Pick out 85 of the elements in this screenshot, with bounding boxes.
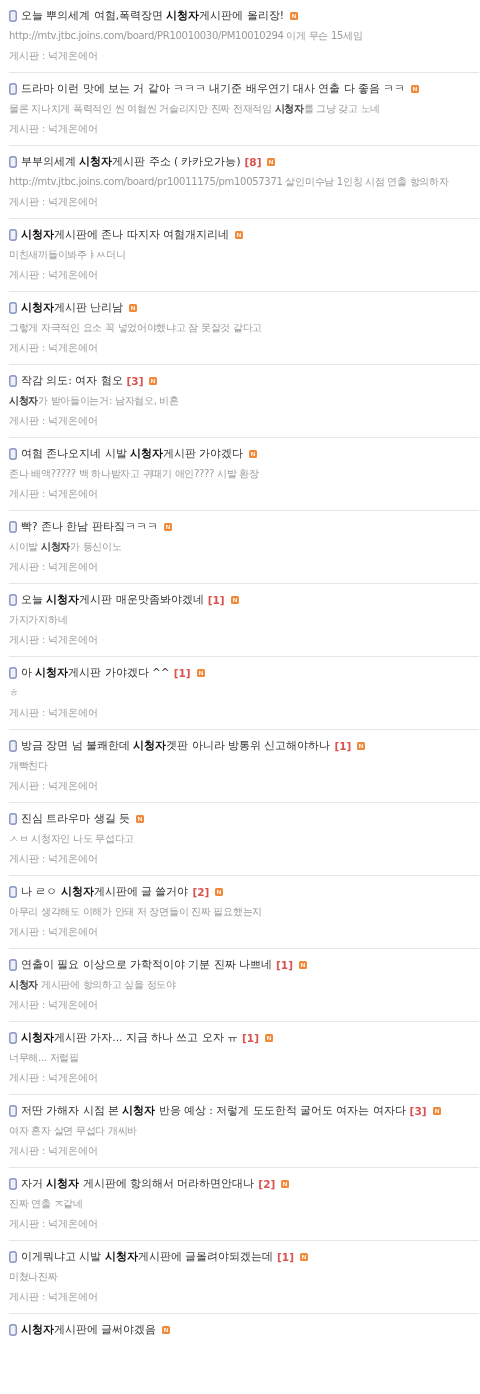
post-preview: ㅎ <box>9 686 20 700</box>
board-name: 게시판 : 넉게온에어 <box>9 925 100 939</box>
post-preview: 너무해... 저럴필 <box>9 1051 80 1065</box>
post-preview: 미친새끼들이봐주ㅑㅆ더니 <box>9 248 127 262</box>
mobile-phone-icon <box>9 740 17 752</box>
mobile-phone-icon <box>9 83 17 95</box>
board-name: 게시판 : 넉게온에어 <box>9 341 100 355</box>
comment-count: [1] <box>207 594 225 606</box>
board-name: 게시판 : 넉게온에어 <box>9 487 100 501</box>
mobile-phone-icon <box>9 1105 17 1117</box>
board-name: 게시판 : 넉게온에어 <box>9 633 100 647</box>
post-title[interactable]: 방금 장면 넘 불쾌한데 시청자겟판 아니라 방통위 신고해야하나 <box>21 739 331 753</box>
board-name: 게시판 : 넉게온에어 <box>9 1217 100 1231</box>
board-name: 게시판 : 넉게온에어 <box>9 560 100 574</box>
post-preview: 시청자 게시판에 항의하고 싶을 정도야 <box>9 978 177 992</box>
mobile-phone-icon <box>9 229 17 241</box>
post-preview: 진짜 연출 ㅈ같네 <box>9 1197 84 1211</box>
board-name: 게시판 : 넉게온에어 <box>9 268 100 282</box>
post-title[interactable]: 시청자게시판 난리남 <box>21 301 124 315</box>
mobile-phone-icon <box>9 594 17 606</box>
post-title[interactable]: 아 시청자게시판 가야겠다 ^^ <box>21 666 170 680</box>
post-preview: 가지가지하네 <box>9 613 69 627</box>
mobile-phone-icon <box>9 1324 17 1336</box>
post-title[interactable]: 연출이 필요 이상으로 가학적이야 기분 진짜 나쁘네 <box>21 958 273 972</box>
mobile-phone-icon <box>9 1032 17 1044</box>
post-preview: 시이발 시청자가 등신이노 <box>9 540 123 554</box>
board-name: 게시판 : 넉게온에어 <box>9 1290 100 1304</box>
board-name: 게시판 : 넉게온에어 <box>9 998 100 1012</box>
post-preview: 개빡친다 <box>9 759 49 773</box>
post-preview: 그렇게 자극적인 요소 꼭 넣었어야했냐고 잠 못잘것 같다고 <box>9 321 263 335</box>
post-title[interactable]: 진심 트라우마 생길 듯 <box>21 812 130 826</box>
post-preview: 미쳤나진짜 <box>9 1270 59 1284</box>
comment-count: [8] <box>244 156 262 168</box>
comment-count: [2] <box>192 886 210 898</box>
post-title[interactable]: 부부의세계 시청자게시판 주소 ( 카카오가능) <box>21 155 241 169</box>
post-title[interactable]: 오늘 뿌의세계 여혐,폭력장면 시청자게시판에 올리장! <box>21 9 284 23</box>
comment-count: [1] <box>334 740 352 752</box>
board-name: 게시판 : 넉게온에어 <box>9 414 100 428</box>
post-preview: 시청자가 받아들이는거: 남자혐오, 비혼 <box>9 394 180 408</box>
mobile-phone-icon <box>9 521 17 533</box>
board-name: 게시판 : 넉게온에어 <box>9 1071 100 1085</box>
mobile-phone-icon <box>9 886 17 898</box>
comment-count: [3] <box>126 375 144 387</box>
post-preview: http://mtv.jtbc.joins.com/board/PR10010030/PM10010294 이게 무슨 15세임 <box>9 29 364 43</box>
mobile-phone-icon <box>9 375 17 387</box>
post-preview: 존나 배액????? 백 하나받자고 귀때기 애인???? 시발 환장 <box>9 467 260 481</box>
post-title[interactable]: 시청자게시판 가자... 지금 하나 쓰고 오자 ㅠ <box>21 1031 239 1045</box>
post-title[interactable]: 저딴 가해자 시점 본 시청자 반응 예상 : 저렇게 도도한적 굴어도 여자는 여자다 <box>21 1104 406 1118</box>
board-name: 게시판 : 넉게온에어 <box>9 852 100 866</box>
post-title[interactable]: 시청자게시판에 존나 따지자 여혐개지리네 <box>21 228 229 242</box>
mobile-phone-icon <box>9 667 17 679</box>
post-title[interactable]: 나 ㄹㅇ 시청자게시판에 글 쓸거야 <box>21 885 189 899</box>
post-preview: 물론 지나치게 폭력적인 씬 여혐씬 거슬리지만 진짜 전재적임 시청자를 그냥 갖고 노네 <box>9 102 382 116</box>
mobile-phone-icon <box>9 156 17 168</box>
post-title[interactable]: 여혐 존나오지네 시발 시청자게시판 가야겠다 <box>21 447 244 461</box>
comment-count: [1] <box>277 1251 294 1263</box>
post-preview: 여자 혼자 살면 무섭다 개씨바 <box>9 1124 138 1138</box>
mobile-phone-icon <box>9 1178 17 1190</box>
mobile-phone-icon <box>9 959 17 971</box>
board-name: 게시판 : 넉게온에어 <box>9 706 100 720</box>
mobile-phone-icon <box>9 1251 17 1263</box>
comment-count: [1] <box>276 959 293 971</box>
post-title[interactable]: 자거 시청자 게시판에 항의해서 머라하면안대나 <box>21 1177 255 1191</box>
comment-count: [2] <box>258 1178 276 1190</box>
post-title[interactable]: 빡? 존나 한남 판타짘ㅋㅋㅋ <box>21 520 158 534</box>
board-name: 게시판 : 넉게온에어 <box>9 779 100 793</box>
post-title[interactable]: 시청자게시판에 글써야겠음 <box>21 1323 157 1337</box>
mobile-phone-icon <box>9 10 17 22</box>
comment-count: [1] <box>173 667 191 679</box>
mobile-phone-icon <box>9 302 17 314</box>
comment-count: [1] <box>242 1032 259 1044</box>
board-name: 게시판 : 넉게온에어 <box>9 195 100 209</box>
post-preview: ㅅㅂ 시청자인 나도 무섭다고 <box>9 832 136 846</box>
board-name: 게시판 : 넉게온에어 <box>9 1144 100 1158</box>
post-title[interactable]: 오늘 시청자게시판 매운맛좀봐야겠네 <box>21 593 204 607</box>
board-name: 게시판 : 넉게온에어 <box>9 122 100 136</box>
post-title[interactable]: 작감 의도: 여자 혐오 <box>21 374 123 388</box>
mobile-phone-icon <box>9 813 17 825</box>
post-title[interactable]: 드라마 이런 맛에 보는 거 같아 ㅋㅋㅋ 내기준 배우연기 대사 연출 다 좋음 ㅋㅋ <box>21 82 406 96</box>
mobile-phone-icon <box>9 448 17 460</box>
post-preview: http://mtv.jtbc.joins.com/board/pr10011175/pm10057371 살인미수남 1인칭 시점 연출 항의하자 <box>9 175 450 189</box>
post-preview: 아무리 생각해도 이해가 안돼 저 장면들이 진짜 필요했는지 <box>9 905 263 919</box>
board-name: 게시판 : 넉게온에어 <box>9 49 100 63</box>
post-title[interactable]: 이게뭐냐고 시발 시청자게시판에 글올려야되겠는데 <box>21 1250 274 1264</box>
comment-count: [3] <box>409 1105 427 1117</box>
